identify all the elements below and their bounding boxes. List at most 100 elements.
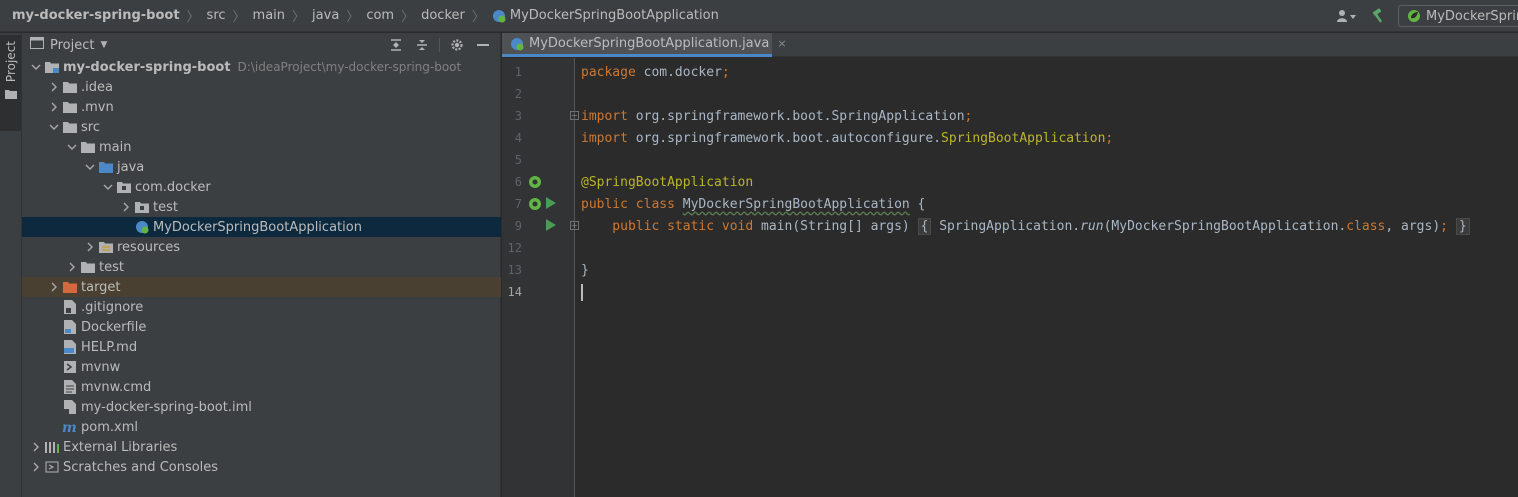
tree-row[interactable]: java [22,157,501,177]
line-number: 3 [514,109,522,123]
chevron-right-icon[interactable] [28,442,44,452]
code-token: package [581,64,636,80]
tree-item-label: pom.xml [81,419,138,435]
text-file-icon [62,380,78,394]
run-configuration-selector[interactable]: MyDockerSpring [1398,5,1518,27]
tree-row[interactable]: External Libraries [22,437,501,457]
line-number: 12 [507,241,522,255]
chevron-down-icon[interactable] [82,162,98,172]
project-panel-title[interactable]: Project [50,38,94,53]
breadcrumb-label: java [312,8,340,23]
toolbar-right: MyDockerSpring [1334,0,1518,32]
gear-icon[interactable] [444,34,470,56]
editor-gutter[interactable]: 1 2 3−4 5 6 7 9 +12 13 14 [502,58,579,497]
expand-all-icon[interactable] [383,34,409,56]
hammer-icon[interactable] [1366,5,1392,27]
code-line[interactable]: @SpringBootApplication [576,171,1518,193]
breadcrumb-item[interactable]: MyDockerSpringBootApplication [492,8,719,23]
tree-row[interactable]: test [22,257,501,277]
code-token: , args) [1385,218,1441,234]
chevron-right-icon[interactable] [28,462,44,472]
tree-row[interactable]: MyDockerSpringBootApplication [22,217,501,237]
navigation-bar: my-docker-spring-boot 〉 src 〉 main 〉 java 〉 com 〉… [0,0,1518,32]
editor: MyDockerSpringBootApplication.java × 12 3… [502,33,1518,497]
code-token: (MyDockerSpringBootApplication. [1103,218,1347,234]
tree-item-label: mvnw.cmd [81,379,152,395]
tree-row[interactable]: resources [22,237,501,257]
run-icon[interactable] [546,219,556,231]
breadcrumb-item[interactable]: main [253,8,285,23]
tree-item-label: HELP.md [81,339,138,355]
project-tool-window-button[interactable]: Project [0,35,21,131]
minimize-icon[interactable] [470,34,496,56]
code-line[interactable] [576,281,1518,303]
tree-row[interactable]: mvnw [22,357,501,377]
tree-row[interactable]: Dockerfile [22,317,501,337]
tree-row[interactable]: .gitignore [22,297,501,317]
tree-row[interactable]: com.docker [22,177,501,197]
chevron-down-icon[interactable]: ▼ [100,40,107,50]
folder-icon [80,140,96,154]
tree-item-label: test [153,199,178,215]
chevron-right-icon[interactable] [82,242,98,252]
tree-row[interactable]: src [22,117,501,137]
chevron-down-icon[interactable] [64,142,80,152]
breadcrumb-item[interactable]: java [312,8,339,23]
tree-row[interactable]: test [22,197,501,217]
tree-row[interactable]: mvnw.cmd [22,377,501,397]
tree-row[interactable]: Scratches and Consoles [22,457,501,477]
close-icon[interactable]: × [777,37,786,50]
code-line[interactable]: public static void main(String[] args) {… [576,215,1518,237]
code-line[interactable]: } [576,259,1518,281]
tab-my-docker-spring-boot-application[interactable]: MyDockerSpringBootApplication.java × [502,33,787,57]
code-token: { [917,217,932,235]
chevron-down-icon[interactable] [46,122,62,132]
chevron-right-icon[interactable] [46,282,62,292]
code-line[interactable] [576,83,1518,105]
tree-row[interactable]: .mvn [22,97,501,117]
tree-item-label: mvnw [81,359,121,375]
breadcrumb-item[interactable]: com [366,8,394,23]
tree-row[interactable]: .idea [22,77,501,97]
run-icon[interactable] [546,197,556,209]
tree-item-label: .gitignore [81,299,144,315]
code-line[interactable] [576,237,1518,259]
code-token: } [1455,217,1470,235]
code-line[interactable]: public class MyDockerSpringBootApplicati… [576,193,1518,215]
breadcrumb-item[interactable]: docker [421,8,465,23]
tree-row[interactable]: my-docker-spring-boot D:\ideaProject\my-d… [22,57,501,77]
code-area[interactable]: package com.docker; import org.springfram… [576,58,1518,497]
user-icon[interactable] [1334,5,1360,27]
code-line[interactable] [576,149,1518,171]
chevron-right-icon[interactable] [46,82,62,92]
chevron-right-icon[interactable] [118,202,134,212]
line-number: 14 [507,285,522,299]
project-panel-header: Project ▼ [22,33,500,57]
breadcrumb-item[interactable]: src [207,8,226,23]
tree-row[interactable]: main [22,137,501,157]
breadcrumb-separator-icon: 〉 [471,10,485,25]
chevron-down-icon[interactable] [100,182,116,192]
code-token: SpringBootApplication [941,130,1106,146]
tree-row[interactable]: target [22,277,501,297]
spring-class-icon [134,220,150,234]
code-token: public class [581,196,683,212]
chevron-down-icon[interactable] [28,62,44,72]
code-line[interactable]: package com.docker; [576,61,1518,83]
chevron-right-icon[interactable] [64,262,80,272]
code-token: import [581,130,628,146]
code-line-text: public static void main(String[] args) {… [581,217,1470,235]
tree-row[interactable]: my-docker-spring-boot.iml [22,397,501,417]
tree-row[interactable]: m pom.xml [22,417,501,437]
code-line[interactable]: import org.springframework.boot.autoconf… [576,127,1518,149]
collapse-all-icon[interactable] [409,34,435,56]
code-token: import [581,108,628,124]
chevron-right-icon[interactable] [46,102,62,112]
code-line[interactable]: import org.springframework.boot.SpringAp… [576,105,1518,127]
tree-row[interactable]: HELP.md [22,337,501,357]
breadcrumb-item[interactable]: my-docker-spring-boot [12,8,180,23]
tree-item-label: MyDockerSpringBootApplication [153,219,362,235]
project-stripe-label: Project [3,41,18,83]
tree-item-label: .mvn [81,99,114,115]
